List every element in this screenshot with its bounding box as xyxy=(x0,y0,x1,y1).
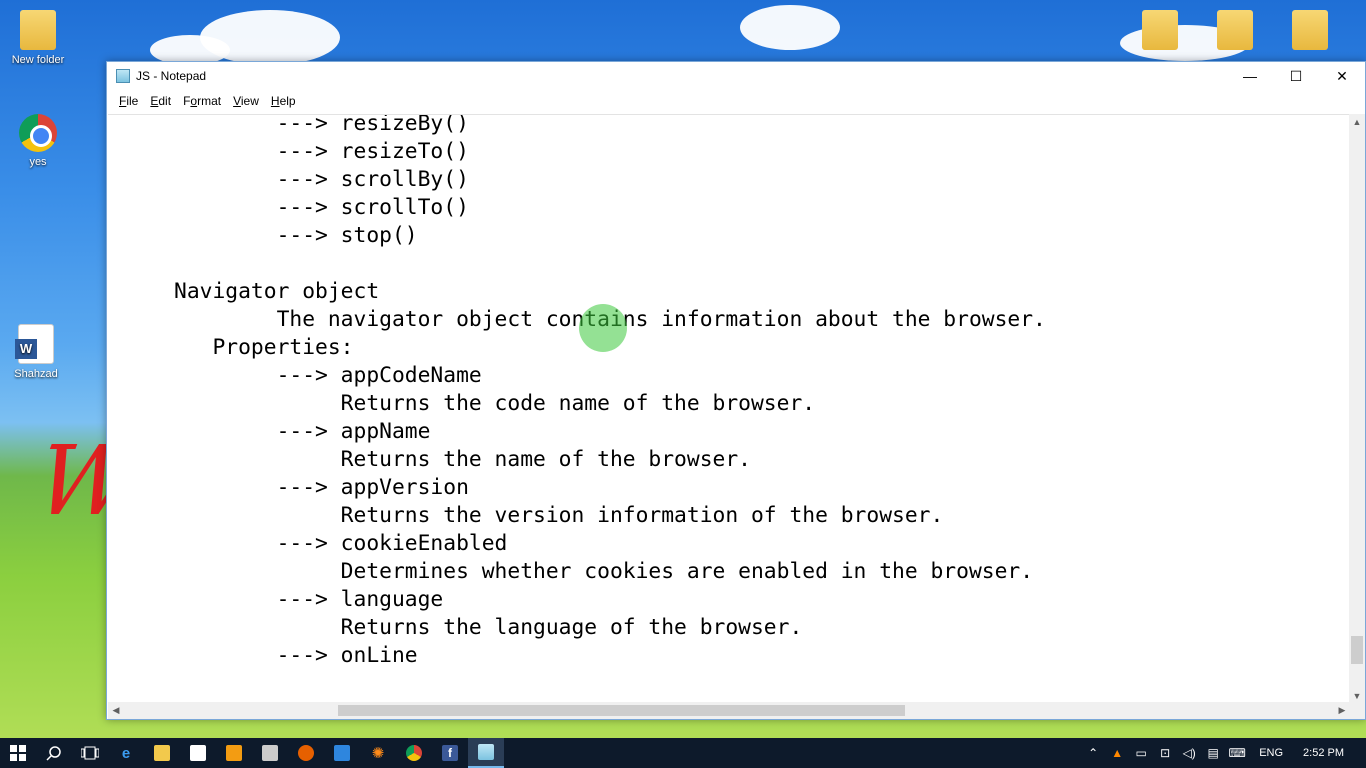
scroll-right-icon[interactable]: ▶ xyxy=(1334,702,1350,719)
editor-line: ---> appCodeName xyxy=(276,363,482,388)
firefox-icon[interactable] xyxy=(288,738,324,768)
close-button[interactable]: ✕ xyxy=(1319,62,1365,90)
editor-line: Determines whether cookies are enabled i… xyxy=(340,559,1034,584)
desktop-icon-word-doc[interactable]: Shahzad xyxy=(0,324,72,380)
scroll-left-icon[interactable]: ◀ xyxy=(108,702,124,719)
editor-line: ---> cookieEnabled xyxy=(276,531,508,556)
editor-line: ---> appVersion xyxy=(276,475,469,500)
menu-help[interactable]: Help xyxy=(265,94,302,108)
editor-line: ---> scrollTo() xyxy=(276,195,469,220)
title-bar[interactable]: JS - Notepad — ☐ ✕ xyxy=(107,62,1365,90)
editor-line: ---> language xyxy=(276,587,444,612)
editor-line: Returns the language of the browser. xyxy=(340,615,803,640)
desktop-icon-label: Shahzad xyxy=(14,368,58,380)
system-tray: ⌃ ▲ ▭ ⊡ ◁) ▤ ⌨ ENG 2:52 PM xyxy=(1081,738,1366,768)
desktop-icon-chrome[interactable]: yes xyxy=(2,114,74,168)
notepad-window: JS - Notepad — ☐ ✕ File Edit Format View… xyxy=(106,61,1366,720)
menu-edit[interactable]: Edit xyxy=(144,94,177,108)
editor-line: ---> scrollBy() xyxy=(276,167,469,192)
vertical-scrollbar[interactable]: ▲ ▼ xyxy=(1349,114,1365,704)
film-icon[interactable] xyxy=(252,738,288,768)
notepad-icon xyxy=(116,69,130,83)
network-icon[interactable]: ⊡ xyxy=(1153,746,1177,760)
clock[interactable]: 2:52 PM xyxy=(1293,747,1366,759)
windows-start-icon[interactable] xyxy=(0,738,36,768)
facebook-icon[interactable]: f xyxy=(432,738,468,768)
language-indicator[interactable]: ENG xyxy=(1249,747,1293,759)
editor-line: Returns the code name of the browser. xyxy=(340,391,816,416)
folder-icon xyxy=(1142,10,1178,50)
horizontal-scrollbar[interactable]: ◀ ▶ xyxy=(108,702,1350,719)
task-view-icon[interactable] xyxy=(72,738,108,768)
word-document-icon xyxy=(15,324,54,364)
desktop-icon-label: New folder xyxy=(11,54,65,66)
edge-icon[interactable]: e xyxy=(108,738,144,768)
menu-file[interactable]: File xyxy=(113,94,144,108)
chrome-icon xyxy=(19,114,57,152)
search-icon[interactable] xyxy=(36,738,72,768)
vlc-icon[interactable]: ▲ xyxy=(1105,746,1129,760)
battery-icon[interactable]: ▭ xyxy=(1129,746,1153,760)
text-editor[interactable]: ---> resizeBy() ---> resizeTo() ---> scr… xyxy=(108,114,1350,704)
editor-line: Returns the name of the browser. xyxy=(340,447,751,472)
editor-line: Navigator object xyxy=(174,279,380,304)
menu-label: elp xyxy=(279,94,296,108)
menu-accel: H xyxy=(270,94,280,108)
volume-icon[interactable]: ◁) xyxy=(1177,746,1201,760)
minimize-button[interactable]: — xyxy=(1227,62,1273,90)
desktop-icon-new-folder[interactable]: New folder xyxy=(2,10,74,66)
scrollbar-corner xyxy=(1349,702,1365,719)
editor-line: ---> appName xyxy=(276,419,431,444)
editor-content[interactable]: ---> resizeBy() ---> resizeTo() ---> scr… xyxy=(108,114,1350,670)
notification-icon[interactable]: ▤ xyxy=(1201,746,1225,760)
scroll-up-icon[interactable]: ▲ xyxy=(1349,114,1365,130)
menu-accel: V xyxy=(233,94,241,108)
keyboard-icon[interactable]: ⌨ xyxy=(1225,746,1249,760)
editor-line: Returns the version information of the b… xyxy=(340,503,944,528)
desktop-icon-folder[interactable] xyxy=(1200,10,1270,54)
maximize-button[interactable]: ☐ xyxy=(1273,62,1319,90)
folder-icon xyxy=(20,10,56,50)
menu-view[interactable]: View xyxy=(227,94,265,108)
window-title: JS - Notepad xyxy=(136,69,207,83)
media-player-icon[interactable] xyxy=(216,738,252,768)
folder-icon xyxy=(1292,10,1328,50)
menu-label: iew xyxy=(240,94,259,108)
desktop-icon-folder[interactable] xyxy=(1275,10,1345,54)
chrome-icon[interactable] xyxy=(396,738,432,768)
editor-line: ---> onLine xyxy=(276,643,418,668)
menu-label: dit xyxy=(158,94,172,108)
folder-icon xyxy=(1217,10,1253,50)
desktop-icon-folder[interactable] xyxy=(1125,10,1195,54)
desktop-icon-label: yes xyxy=(29,156,47,168)
notepad-icon[interactable] xyxy=(468,738,504,768)
sun-app-icon[interactable]: ✺ xyxy=(360,738,396,768)
editor-line: ---> stop() xyxy=(276,223,418,248)
editor-line: ---> resizeTo() xyxy=(276,139,469,164)
editor-line: ---> resizeBy() xyxy=(276,114,469,136)
chevron-up-icon[interactable]: ⌃ xyxy=(1081,746,1105,760)
menu-format[interactable]: Format xyxy=(177,94,227,108)
horizontal-scroll-thumb[interactable] xyxy=(338,705,905,716)
app-icon[interactable] xyxy=(324,738,360,768)
vertical-scroll-thumb[interactable] xyxy=(1351,636,1363,664)
menu-label: rmat xyxy=(197,94,222,108)
editor-line: Properties: xyxy=(212,335,354,360)
cloud xyxy=(740,5,840,50)
menu-bar: File Edit Format View Help xyxy=(107,90,1365,112)
store-icon[interactable] xyxy=(180,738,216,768)
file-explorer-icon[interactable] xyxy=(144,738,180,768)
taskbar: e ✺ f ⌃ ▲ ▭ ⊡ ◁) ▤ ⌨ ENG 2:52 PM xyxy=(0,738,1366,768)
menu-label: ile xyxy=(126,94,139,108)
cursor-highlight xyxy=(579,304,627,352)
